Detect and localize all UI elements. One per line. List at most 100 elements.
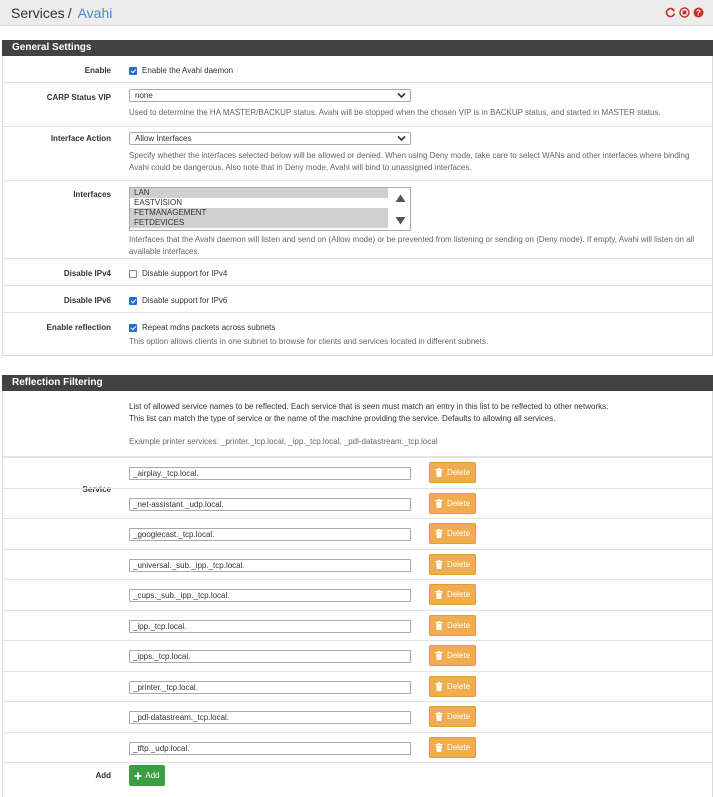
filtering-desc-1: List of allowed service names to be refl…	[129, 402, 609, 411]
stop-icon[interactable]	[679, 7, 690, 18]
delete-button-label: Delete	[446, 681, 471, 691]
delete-button-label: Delete	[446, 498, 471, 508]
service-input[interactable]: _ipp._tcp.local.	[129, 619, 411, 633]
interfaces-label: Interfaces	[73, 190, 111, 199]
help-icon[interactable]: ?	[693, 7, 704, 18]
delete-button-label: Delete	[446, 712, 471, 721]
service-input[interactable]: _net-assistant._udp.local.	[129, 497, 411, 511]
service-input[interactable]: _printer._tcp.local.	[129, 680, 411, 694]
trash-icon	[435, 590, 443, 599]
enable-reflection-help: This option allows clients in one subnet…	[129, 337, 489, 346]
enable-reflection-checkbox[interactable]	[129, 323, 137, 332]
interface-action-help: Specify whether the interfaces selected …	[129, 151, 690, 172]
service-input[interactable]: _airplay._tcp.local.	[129, 467, 411, 480]
trash-icon	[435, 468, 443, 477]
trash-icon	[435, 742, 443, 752]
delete-button[interactable]: Delete	[429, 492, 476, 514]
delete-button[interactable]: Delete	[429, 523, 476, 544]
add-button[interactable]: Add	[129, 765, 165, 786]
service-input[interactable]: _tftp._udp.local.	[129, 741, 411, 755]
service-row-divider	[3, 670, 712, 672]
delete-button-label: Delete	[446, 620, 471, 630]
service-row-divider	[3, 701, 712, 702]
interfaces-multiselect[interactable]: LAN EASTVISION FETMANAGEMENT FETDEVICES	[129, 187, 411, 231]
delete-button-label: Delete	[446, 651, 471, 660]
breadcrumb-separator: /	[67, 4, 72, 21]
delete-button-label: Delete	[446, 590, 471, 599]
trash-icon	[435, 712, 443, 721]
carp-help: Used to determine the HA MASTER/BACKUP s…	[129, 108, 661, 117]
breadcrumb-services[interactable]: Services	[11, 5, 65, 21]
interfaces-scrollbar[interactable]	[390, 188, 410, 230]
delete-button[interactable]: Delete	[429, 645, 476, 666]
delete-button[interactable]: Delete	[429, 706, 476, 727]
trash-icon	[435, 559, 443, 569]
service-input[interactable]: _universal._sub._ipp._tcp.local.	[129, 558, 411, 572]
interface-option[interactable]: FETDEVICES	[130, 218, 388, 228]
reload-icon[interactable]	[665, 7, 676, 18]
filtering-example: Example printer services: _printer._tcp.…	[129, 437, 438, 446]
reflection-filtering-panel: Reflection Filtering List of allowed ser…	[2, 375, 713, 797]
delete-button[interactable]: Delete	[429, 736, 476, 758]
trash-icon	[435, 498, 443, 508]
add-button-label: Add	[145, 771, 160, 780]
service-row-divider	[3, 487, 712, 489]
carp-label: CARP Status VIP	[46, 93, 111, 102]
service-row-divider	[3, 548, 712, 550]
breadcrumb-avahi[interactable]: Avahi	[78, 5, 113, 21]
disable-ipv6-row: Disable IPv6 Disable support for IPv6	[3, 286, 712, 313]
disable-ipv6-label: Disable IPv6	[63, 296, 111, 305]
trash-icon	[435, 651, 443, 660]
service-input[interactable]: _googlecast._tcp.local.	[129, 528, 411, 541]
interface-action-label: Interface Action	[50, 134, 111, 143]
service-row-divider	[3, 609, 712, 611]
trash-icon	[435, 620, 443, 630]
carp-select-value: none	[135, 91, 153, 100]
service-input[interactable]: _ipps._tcp.local.	[129, 650, 411, 663]
enable-checkbox-text: Enable the Avahi daemon	[142, 66, 234, 75]
svg-text:?: ?	[696, 8, 701, 17]
interface-action-value: Allow Interfaces	[135, 134, 192, 143]
interface-option[interactable]: EASTVISION	[130, 198, 388, 208]
service-label: Service	[82, 485, 111, 494]
delete-button[interactable]: Delete	[429, 553, 476, 575]
disable-ipv6-checkbox[interactable]	[129, 296, 137, 305]
delete-button[interactable]: Delete	[429, 584, 476, 605]
page-header: Services / Avahi ?	[0, 0, 713, 26]
filtering-desc-2: This list can match the type of service …	[129, 413, 556, 423]
scroll-up-icon[interactable]	[395, 194, 406, 203]
delete-button[interactable]: Delete	[429, 462, 476, 483]
delete-button-label: Delete	[446, 559, 471, 569]
plus-icon	[134, 772, 142, 779]
enable-reflection-label: Enable reflection	[46, 323, 111, 332]
enable-checkbox[interactable]	[129, 66, 137, 75]
delete-button-label: Delete	[446, 468, 471, 477]
disable-ipv4-checkbox[interactable]	[129, 269, 137, 278]
carp-row: CARP Status VIP none Used to determine t…	[3, 83, 712, 127]
service-row-divider	[3, 457, 712, 458]
enable-reflection-row: Enable reflection Repeat mdns packets ac…	[3, 313, 712, 355]
disable-ipv4-text: Disable support for IPv4	[142, 269, 228, 278]
delete-button[interactable]: Delete	[429, 614, 476, 636]
disable-ipv4-label: Disable IPv4	[63, 269, 111, 278]
service-row-divider	[3, 579, 712, 580]
service-input[interactable]: _cups._sub._ipp._tcp.local.	[129, 589, 411, 602]
interface-option[interactable]: LAN	[130, 188, 388, 198]
disable-ipv4-row: Disable IPv4 Disable support for IPv4	[3, 259, 712, 286]
trash-icon	[435, 681, 443, 691]
scroll-down-icon[interactable]	[395, 216, 406, 225]
interface-action-row: Interface Action Allow Interfaces Specif…	[3, 127, 712, 181]
delete-button[interactable]: Delete	[429, 675, 476, 697]
service-row-divider	[3, 731, 712, 733]
enable-row: Enable Enable the Avahi daemon	[3, 56, 712, 83]
delete-button-label: Delete	[446, 529, 471, 538]
interfaces-help: Interfaces that the Avahi daemon will li…	[129, 235, 695, 256]
enable-label: Enable	[84, 66, 111, 75]
interface-action-select[interactable]: Allow Interfaces	[129, 132, 411, 145]
interfaces-row: Interfaces LAN EASTVISION FETMANAGEMENT …	[3, 181, 712, 259]
service-input[interactable]: _pdl-datastream._tcp.local.	[129, 711, 411, 724]
general-settings-title: General Settings	[2, 40, 713, 56]
chevron-down-icon	[397, 92, 406, 99]
carp-select[interactable]: none	[129, 89, 411, 102]
interface-option[interactable]: FETMANAGEMENT	[130, 208, 388, 218]
